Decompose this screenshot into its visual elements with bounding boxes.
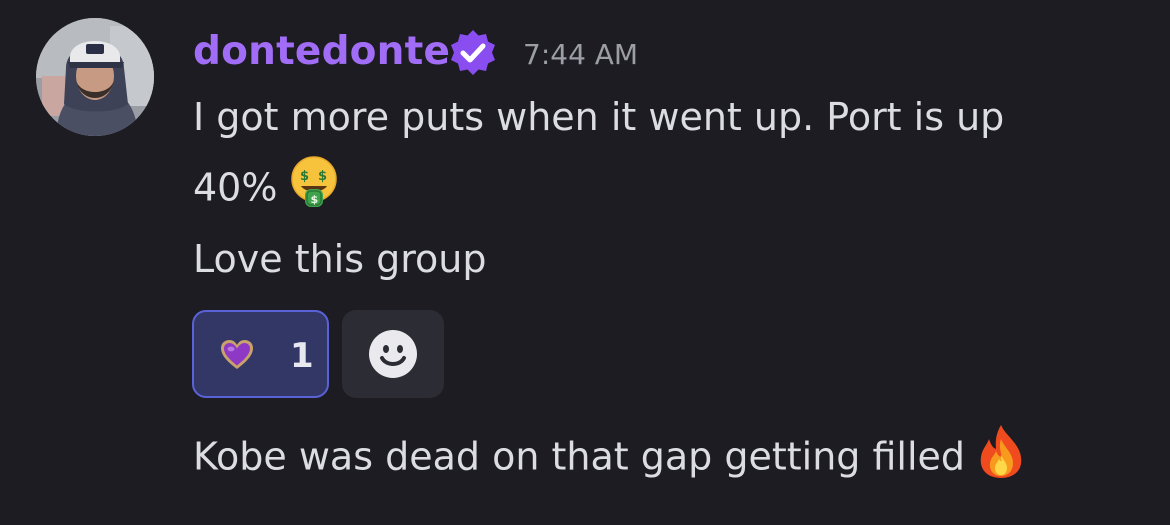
message-text-line-1: I got more puts when it went up. Port is… <box>193 95 1005 139</box>
message-timestamp: 7:44 AM <box>523 38 639 71</box>
message-text-kobe: Kobe was dead on that gap getting filled <box>193 434 966 479</box>
message-text-line-3: Love this group <box>193 237 487 281</box>
message-text-line-2: 40% $ $ $ <box>193 155 341 222</box>
svg-text:$: $ <box>311 193 319 206</box>
avatar[interactable] <box>36 18 154 136</box>
svg-text:$: $ <box>300 169 309 184</box>
reaction-count: 1 <box>290 336 314 376</box>
message-text-percent: 40% <box>193 165 278 210</box>
add-reaction-button[interactable] <box>342 310 444 398</box>
svg-text:$: $ <box>318 169 327 184</box>
fire-emoji <box>975 423 1027 489</box>
message-text-line-4: Kobe was dead on that gap getting filled <box>193 423 1027 492</box>
chat-message: dontedonte 7:44 AM I got more puts when … <box>0 0 1170 525</box>
verified-badge-icon <box>448 28 498 78</box>
username[interactable]: dontedonte <box>193 28 450 76</box>
reaction-purple-heart[interactable]: 1 <box>192 310 329 398</box>
money-mouth-face-emoji: $ $ $ <box>287 155 341 219</box>
avatar-photo <box>36 18 154 136</box>
smiley-add-reaction-icon <box>369 330 417 378</box>
purple-heart-emoji <box>220 339 254 375</box>
